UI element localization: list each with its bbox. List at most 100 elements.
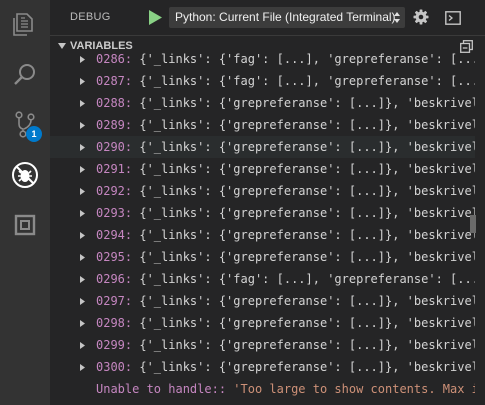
debug-console-button[interactable] bbox=[445, 10, 461, 25]
variable-row-text: 0296: {'_links': {'fag': [...], 'grepref… bbox=[96, 268, 475, 290]
variable-row[interactable]: 0291: {'_links': {'grepreferanse': [...]… bbox=[50, 158, 475, 180]
chevron-right-icon[interactable] bbox=[80, 78, 85, 85]
error-message-label: Unable to handle:: bbox=[96, 382, 227, 396]
variable-row-text: 0295: {'_links': {'grepreferanse': [...]… bbox=[96, 246, 475, 268]
variable-row[interactable]: 0295: {'_links': {'grepreferanse': [...]… bbox=[50, 246, 475, 268]
chevron-right-icon[interactable] bbox=[80, 166, 85, 173]
variable-row-text: 0297: {'_links': {'grepreferanse': [...]… bbox=[96, 290, 475, 312]
chevron-right-icon[interactable] bbox=[80, 210, 85, 217]
variable-value: {'_links': {'grepreferanse': [...]}, 'be… bbox=[139, 96, 475, 110]
chevron-right-icon[interactable] bbox=[80, 56, 85, 63]
variable-index: 0287: bbox=[96, 74, 133, 88]
start-debugging-button[interactable] bbox=[147, 9, 163, 26]
variables-title: VARIABLES bbox=[70, 40, 133, 52]
variable-index: 0289: bbox=[96, 118, 133, 132]
variable-value: {'_links': {'grepreferanse': [...]}, 'be… bbox=[139, 184, 475, 198]
debug-toolbar: DEBUG Python: Current File (Integrated T… bbox=[50, 0, 485, 35]
variable-value: {'_links': {'grepreferanse': [...]}, 'be… bbox=[139, 206, 475, 220]
variable-row[interactable]: 0290: {'_links': {'grepreferanse': [...]… bbox=[50, 136, 475, 158]
chevron-right-icon[interactable] bbox=[80, 364, 85, 371]
variable-value: {'_links': {'fag': [...], 'grepreferanse… bbox=[139, 272, 475, 286]
variable-index: 0299: bbox=[96, 338, 133, 352]
variable-index: 0290: bbox=[96, 140, 133, 154]
source-control-badge: 1 bbox=[26, 126, 42, 142]
variable-row-text: 0286: {'_links': {'fag': [...], 'grepref… bbox=[96, 53, 475, 70]
play-icon bbox=[149, 10, 162, 25]
variable-value: {'_links': {'fag': [...], 'grepreferanse… bbox=[139, 53, 475, 66]
select-arrows-icon bbox=[394, 12, 400, 23]
variable-row-text: 0288: {'_links': {'grepreferanse': [...]… bbox=[96, 92, 475, 114]
variable-row[interactable]: 0287: {'_links': {'fag': [...], 'grepref… bbox=[50, 70, 475, 92]
variable-row-text: 0289: {'_links': {'grepreferanse': [...]… bbox=[96, 114, 475, 136]
variable-index: 0294: bbox=[96, 228, 133, 242]
extensions-icon[interactable] bbox=[0, 200, 50, 250]
variable-row[interactable]: 0298: {'_links': {'grepreferanse': [...]… bbox=[50, 312, 475, 334]
debug-title: DEBUG bbox=[70, 11, 111, 23]
variable-index: 0292: bbox=[96, 184, 133, 198]
variable-row[interactable]: 0297: {'_links': {'grepreferanse': [...]… bbox=[50, 290, 475, 312]
variable-value: {'_links': {'grepreferanse': [...]}, 'be… bbox=[139, 250, 475, 264]
variable-value: {'_links': {'grepreferanse': [...]}, 'be… bbox=[139, 316, 475, 330]
activity-bar: 1 bbox=[0, 0, 50, 405]
gear-icon bbox=[413, 9, 429, 25]
chevron-right-icon[interactable] bbox=[80, 232, 85, 239]
variables-tree: 0286: {'_links': {'fag': [...], 'grepref… bbox=[50, 53, 475, 405]
variable-row[interactable]: 0296: {'_links': {'fag': [...], 'grepref… bbox=[50, 268, 475, 290]
search-icon[interactable] bbox=[0, 50, 50, 100]
variables-scrollbar-track[interactable] bbox=[475, 53, 485, 405]
variable-row[interactable]: 0289: {'_links': {'grepreferanse': [...]… bbox=[50, 114, 475, 136]
variable-value: {'_links': {'grepreferanse': [...]}, 'be… bbox=[139, 294, 475, 308]
debug-console-icon bbox=[445, 11, 461, 25]
variable-index: 0286: bbox=[96, 53, 133, 66]
variable-row-text: 0300: {'_links': {'grepreferanse': [...]… bbox=[96, 356, 475, 378]
debug-icon[interactable] bbox=[0, 150, 50, 200]
variable-index: 0288: bbox=[96, 96, 133, 110]
variable-row[interactable]: 0292: {'_links': {'grepreferanse': [...]… bbox=[50, 180, 475, 202]
explorer-icon[interactable] bbox=[0, 0, 50, 50]
variable-index: 0300: bbox=[96, 360, 133, 374]
variable-value: {'_links': {'fag': [...], 'grepreferanse… bbox=[139, 74, 475, 88]
variable-row-text: 0287: {'_links': {'fag': [...], 'grepref… bbox=[96, 70, 475, 92]
variable-index: 0298: bbox=[96, 316, 133, 330]
debug-configuration-select[interactable]: Python: Current File (Integrated Termina… bbox=[169, 7, 405, 28]
variable-row[interactable]: 0294: {'_links': {'grepreferanse': [...]… bbox=[50, 224, 475, 246]
chevron-right-icon[interactable] bbox=[80, 342, 85, 349]
collapse-all-icon[interactable] bbox=[460, 40, 473, 53]
source-control-icon[interactable]: 1 bbox=[0, 100, 50, 150]
chevron-right-icon[interactable] bbox=[80, 254, 85, 261]
chevron-right-icon[interactable] bbox=[80, 320, 85, 327]
variable-index: 0296: bbox=[96, 272, 133, 286]
variable-value: {'_links': {'grepreferanse': [...]}, 'be… bbox=[139, 118, 475, 132]
variable-row-text: 0298: {'_links': {'grepreferanse': [...]… bbox=[96, 312, 475, 334]
chevron-down-icon bbox=[58, 43, 66, 49]
variable-value: {'_links': {'grepreferanse': [...]}, 'be… bbox=[139, 338, 475, 352]
variable-row-text: 0290: {'_links': {'grepreferanse': [...]… bbox=[96, 136, 475, 158]
variable-row-text: 0291: {'_links': {'grepreferanse': [...]… bbox=[96, 158, 475, 180]
variable-index: 0295: bbox=[96, 250, 133, 264]
variable-index: 0293: bbox=[96, 206, 133, 220]
variable-value: {'_links': {'grepreferanse': [...]}, 'be… bbox=[139, 228, 475, 242]
variable-value: {'_links': {'grepreferanse': [...]}, 'be… bbox=[139, 162, 475, 176]
debug-configuration-label: Python: Current File (Integrated Termina… bbox=[175, 10, 396, 24]
error-message-row: Unable to handle:: 'Too large to show co… bbox=[50, 378, 475, 400]
variable-index: 0297: bbox=[96, 294, 133, 308]
chevron-right-icon[interactable] bbox=[80, 298, 85, 305]
error-message-value: 'Too large to show contents. Max items bbox=[233, 382, 475, 396]
variable-row[interactable]: 0288: {'_links': {'grepreferanse': [...]… bbox=[50, 92, 475, 114]
variable-row[interactable]: 0293: {'_links': {'grepreferanse': [...]… bbox=[50, 202, 475, 224]
variable-row[interactable]: 0286: {'_links': {'fag': [...], 'grepref… bbox=[50, 53, 475, 70]
variable-row-text: 0294: {'_links': {'grepreferanse': [...]… bbox=[96, 224, 475, 246]
variable-row-text: 0293: {'_links': {'grepreferanse': [...]… bbox=[96, 202, 475, 224]
error-message: Unable to handle:: 'Too large to show co… bbox=[96, 378, 475, 400]
chevron-right-icon[interactable] bbox=[80, 100, 85, 107]
variable-row-text: 0299: {'_links': {'grepreferanse': [...]… bbox=[96, 334, 475, 356]
variable-index: 0291: bbox=[96, 162, 133, 176]
chevron-right-icon[interactable] bbox=[80, 144, 85, 151]
chevron-right-icon[interactable] bbox=[80, 188, 85, 195]
open-launch-json-button[interactable] bbox=[413, 9, 429, 25]
chevron-right-icon[interactable] bbox=[80, 276, 85, 283]
variable-row[interactable]: 0300: {'_links': {'grepreferanse': [...]… bbox=[50, 356, 475, 378]
chevron-right-icon[interactable] bbox=[80, 122, 85, 129]
variable-row[interactable]: 0299: {'_links': {'grepreferanse': [...]… bbox=[50, 334, 475, 356]
variables-scrollbar-thumb[interactable] bbox=[470, 215, 476, 233]
